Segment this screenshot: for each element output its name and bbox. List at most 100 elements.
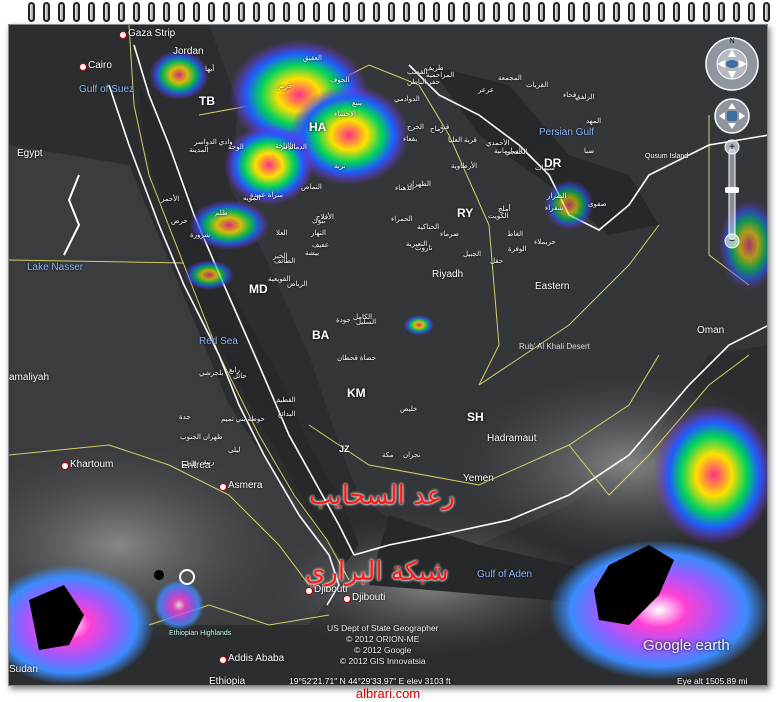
spiral-binding-icon [523, 2, 530, 22]
coordinates-readout: 19°52'21.71" N 44°29'33.97" E elev 3103 … [289, 676, 451, 686]
arabic-place-label: عفيف [312, 242, 330, 249]
spiral-binding-icon [763, 2, 770, 22]
arabic-place-label: القريات [526, 82, 549, 89]
spiral-binding-icon [73, 2, 80, 22]
arabic-place-label: حقل [490, 258, 504, 265]
region-label-amaliyah: amaliyah [9, 372, 50, 383]
spiral-binding-icon [343, 2, 350, 22]
spiral-binding-icon [178, 2, 185, 22]
arabic-place-label: النماص [301, 184, 322, 191]
arabic-place-label: حرض [171, 218, 188, 225]
region-label-hadramaut: Hadramaut [487, 433, 537, 444]
radar-station-tb: TB [199, 94, 215, 108]
spiral-binding-icon [238, 2, 245, 22]
arabic-place-label: النهار [311, 230, 326, 237]
zoom-slider[interactable]: + − [721, 139, 743, 249]
spiral-binding-icon [448, 2, 455, 22]
country-label-sudan: Sudan [9, 664, 38, 675]
eye-altitude-readout: Eye alt 1505.89 mi [677, 676, 748, 686]
spiral-binding-icon [478, 2, 485, 22]
arabic-place-label: البدائع [278, 411, 296, 418]
arabic-place-label: الحناكية [417, 224, 440, 231]
arabic-place-label: مكة [382, 452, 394, 459]
arabic-place-label: حرض [276, 83, 293, 90]
arabic-place-label: وادي الدواسر [194, 139, 233, 146]
zoom-slider-handle[interactable] [725, 187, 739, 193]
arabic-place-label: رماح [430, 126, 444, 133]
arabic-place-label: الأرطاوية [451, 163, 478, 170]
spiral-binding-icon [463, 2, 470, 22]
arabic-place-label: الكامل [353, 314, 373, 321]
arabic-place-label: جدة [179, 414, 191, 421]
arabic-place-label: القويعية [268, 276, 291, 283]
svg-text:+: + [729, 142, 735, 153]
arabic-place-label: شقراء [545, 205, 564, 212]
spiral-binding-icon [373, 2, 380, 22]
radar-station-jz: JZ [339, 444, 350, 454]
city-label-khartoum: Khartoum [61, 460, 113, 470]
arabic-place-label: تربة [334, 163, 346, 170]
arabic-place-label: الغاط [507, 231, 524, 238]
arabic-place-label: الكويت [488, 213, 509, 220]
spiral-binding-icon [508, 2, 515, 22]
move-joystick-icon[interactable] [713, 97, 751, 135]
place-label-qusum: Qusum Island [645, 153, 689, 160]
spiral-binding-icon [418, 2, 425, 22]
arabic-place-label: ضبا [584, 148, 595, 155]
spiral-binding-icon [433, 2, 440, 22]
compass-icon[interactable]: N [703, 35, 761, 93]
water-label-lake-nasser: Lake Nasser [27, 262, 84, 273]
arabic-place-label: طريف [425, 65, 444, 72]
arabic-place-label: الاحساء [334, 111, 356, 118]
arabic-place-label: رابغ [229, 367, 240, 374]
arabic-place-label: سيهات [535, 165, 555, 172]
spiral-binding-icon [733, 2, 740, 22]
spiral-binding-icon [688, 2, 695, 22]
spiral-binding-icon [583, 2, 590, 22]
spiral-binding-icon [403, 2, 410, 22]
arabic-place-label: الدوادمي [394, 96, 420, 103]
spiral-binding-icon [148, 2, 155, 22]
arabic-place-label: بلجرشي [199, 370, 224, 377]
spiral-binding-icon [643, 2, 650, 22]
spiral-binding-icon [328, 2, 335, 22]
arabic-place-label: الخفجي [505, 149, 528, 156]
spiral-binding-icon [748, 2, 755, 22]
arabic-place-label: حصاة قحطان [337, 355, 377, 362]
arabic-place-label: المجمعة [498, 75, 522, 82]
spiral-binding-icon [538, 2, 545, 22]
arabic-place-label: حوطة بني تميم [221, 416, 265, 423]
spiral-binding-icon [88, 2, 95, 22]
spiral-binding-icon [193, 2, 200, 22]
arabic-place-label: قرية العليا [448, 137, 477, 144]
spiral-binding-icon [253, 2, 260, 22]
arabic-place-label: الأحمر [161, 196, 180, 203]
spiral-binding-icon [568, 2, 575, 22]
arabic-place-label: ليلى [228, 447, 241, 454]
radar-station-ry: RY [457, 206, 474, 220]
map-frame[interactable]: Egypt Jordan Eritrea Ethiopia Yemen Oman… [8, 24, 768, 686]
arabic-place-label: الخبر [273, 253, 288, 260]
arabic-place-label: الجوف [330, 77, 350, 84]
spiral-binding-icon [358, 2, 365, 22]
spiral-binding-icon [283, 2, 290, 22]
arabic-place-label: بيشة [305, 250, 320, 257]
spiral-binding-icon [268, 2, 275, 22]
site-watermark: albrari.com [355, 686, 421, 701]
arabic-place-label: حفر الباطن [407, 79, 440, 86]
arabic-place-label: نجران [403, 452, 421, 459]
water-label-red-sea: Red Sea [199, 336, 238, 347]
radar-station-md: MD [249, 282, 268, 296]
water-label-persian-gulf: Persian Gulf [539, 127, 595, 138]
arabic-place-label: المهد [586, 118, 602, 125]
svg-text:−: − [729, 236, 735, 247]
country-label-egypt: Egypt [17, 148, 43, 159]
credit-line: © 2012 ORION-ME [346, 634, 420, 644]
country-label-ethiopia: Ethiopia [209, 676, 246, 686]
arabic-place-label: رفحاء [563, 92, 580, 99]
arabic-place-label: ظلم [215, 210, 228, 217]
arabic-place-label: العلا [276, 230, 288, 237]
city-label-asmera: Asmera [219, 481, 262, 491]
arabic-place-label: شرورة [190, 232, 211, 239]
arabic-place-label: خليص [400, 406, 418, 413]
